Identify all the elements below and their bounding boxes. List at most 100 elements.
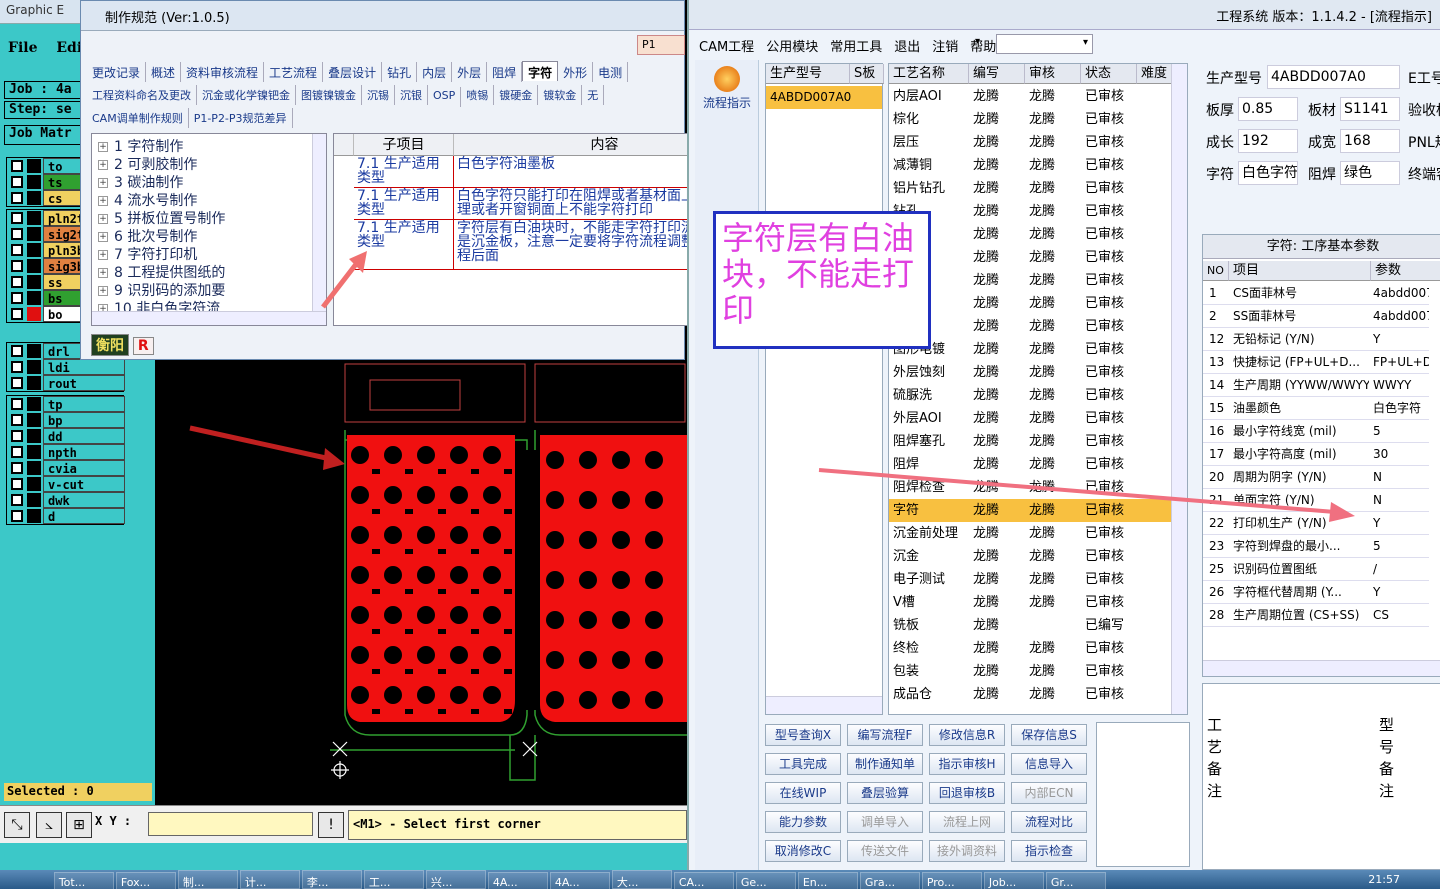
tree-item[interactable]: +9 识别码的添加要: [98, 280, 225, 299]
spec-tab[interactable]: 镀软金: [538, 85, 583, 105]
spec-tab[interactable]: 沉银: [395, 85, 428, 105]
process-row[interactable]: 阻焊塞孔 龙腾 龙腾 已审核: [889, 430, 1171, 453]
info-thick-value[interactable]: 0.85: [1238, 97, 1298, 121]
taskbar-item[interactable]: 计...: [239, 870, 300, 889]
menu-file[interactable]: File: [8, 40, 37, 56]
layer-checkbox[interactable]: [11, 446, 23, 458]
cam-menu-item[interactable]: 注销: [932, 40, 958, 55]
layer-checkbox[interactable]: [11, 260, 23, 272]
process-row[interactable]: 钻孔龙腾龙腾已审核: [889, 200, 1171, 223]
taskbar-item[interactable]: Fox...: [115, 872, 176, 889]
expand-plus-icon[interactable]: +: [98, 160, 108, 170]
cam-action-button[interactable]: 能力参数: [765, 811, 841, 833]
spec-tab[interactable]: 工程资料命名及更改: [87, 85, 197, 105]
layer-checkbox[interactable]: [11, 430, 23, 442]
spec-tab[interactable]: 阻焊: [487, 62, 523, 82]
cam-action-button[interactable]: 传送文件: [847, 840, 923, 862]
process-row[interactable]: 龙腾 龙腾 已审核: [889, 223, 1171, 246]
taskbar-item[interactable]: 大...: [611, 870, 672, 889]
process-row[interactable]: 层压 龙腾 龙腾 已审核: [889, 131, 1171, 154]
cam-menu-item[interactable]: 退出: [894, 40, 920, 55]
spec-tab[interactable]: 图镀镍镀金: [296, 85, 362, 105]
tree-item[interactable]: +4 流水号制作: [98, 190, 197, 209]
process-row[interactable]: 查龙腾龙腾已审核: [889, 315, 1171, 338]
taskbar-item[interactable]: 李...: [301, 870, 362, 889]
info-len-value[interactable]: 192: [1238, 129, 1298, 153]
layer-row[interactable]: cvia: [7, 460, 125, 476]
xy-input[interactable]: [148, 812, 313, 836]
spec-tab[interactable]: 沉金或化学镍钯金: [197, 85, 296, 105]
process-row[interactable]: 内层AOI 龙腾 龙腾 已审核: [889, 85, 1171, 108]
remark-process-input[interactable]: [1233, 688, 1373, 838]
spec-tab[interactable]: 钻孔: [382, 62, 418, 82]
expand-plus-icon[interactable]: +: [98, 232, 108, 242]
cam-action-button[interactable]: 调单导入: [847, 811, 923, 833]
layer-row[interactable]: dd: [7, 428, 125, 444]
process-row[interactable]: 铝片钻孔 龙腾 龙腾 已审核: [889, 177, 1171, 200]
expand-plus-icon[interactable]: +: [98, 286, 108, 296]
spec-tab[interactable]: 工艺流程: [264, 62, 324, 82]
layer-checkbox[interactable]: [11, 361, 23, 373]
tree-item[interactable]: +2 可剥胶制作: [98, 154, 197, 173]
cam-menu-item[interactable]: CAM工程: [699, 40, 754, 55]
taskbar-item[interactable]: 4A...: [487, 872, 548, 889]
param-row[interactable]: 1 CS面菲林号 4abdd007a0: [1203, 282, 1429, 305]
process-vscroll[interactable]: [1171, 64, 1187, 714]
layer-row[interactable]: rout: [7, 375, 125, 391]
footer-r[interactable]: R: [132, 337, 154, 355]
cam-action-button[interactable]: 修改信息R: [929, 724, 1005, 746]
layer-checkbox[interactable]: [11, 345, 23, 357]
snap-grid-icon[interactable]: ⊞: [66, 812, 92, 838]
tree-item[interactable]: +5 拼板位置号制作: [98, 208, 225, 227]
spec-tab[interactable]: P1-P2-P3规范差异: [189, 108, 293, 128]
process-row[interactable]: 外层蚀刻 龙腾 龙腾 已审核: [889, 361, 1171, 384]
spec-tab[interactable]: CAM调单制作规则: [87, 108, 189, 128]
flow-indicator-button[interactable]: 流程指示: [699, 64, 755, 112]
process-row[interactable]: 电子测试 龙腾 龙腾 已审核: [889, 568, 1171, 591]
measure-icon[interactable]: ⦣: [36, 812, 62, 838]
cam-combo[interactable]: ▾: [996, 34, 1093, 54]
param-row[interactable]: 14 生产周期 (YYWW/WWYY) WWYY: [1203, 374, 1429, 397]
spec-tab[interactable]: 叠层设计: [323, 62, 383, 82]
menu-edit[interactable]: Edi: [56, 40, 82, 56]
spec-tab[interactable]: 外层: [452, 62, 488, 82]
cam-action-button[interactable]: 指示审核H: [929, 753, 1005, 775]
taskbar-item[interactable]: Ge...: [735, 872, 796, 889]
process-row[interactable]: 图形电镀 龙腾 龙腾 已审核: [889, 338, 1171, 361]
params-hscroll[interactable]: [1203, 660, 1440, 676]
layer-checkbox[interactable]: [11, 377, 23, 389]
tree-hscroll[interactable]: [92, 311, 326, 325]
taskbar-item[interactable]: Gra...: [859, 872, 920, 889]
process-row[interactable]: 包装 龙腾 龙腾 已审核: [889, 660, 1171, 683]
layer-checkbox[interactable]: [11, 398, 23, 410]
model-row[interactable]: 4ABDD007A0: [766, 86, 882, 109]
param-row[interactable]: 2 SS面菲林号 4abdd007a0: [1203, 305, 1429, 328]
info-width-value[interactable]: 168: [1340, 129, 1400, 153]
taskbar-item[interactable]: 4A...: [549, 872, 610, 889]
cam-action-button[interactable]: 在线WIP: [765, 782, 841, 804]
help-dropdown-icon[interactable]: ▾: [975, 36, 980, 47]
expand-plus-icon[interactable]: +: [98, 178, 108, 188]
param-row[interactable]: 25 识别码位置图纸 /: [1203, 558, 1429, 581]
footer-hengyang[interactable]: 衡阳: [91, 334, 129, 356]
grid-cell-sub[interactable]: 7.1 生产适用类型: [354, 156, 454, 188]
process-row[interactable]: 减薄铜 龙腾 龙腾 已审核: [889, 154, 1171, 177]
taskbar-item[interactable]: Job...: [983, 872, 1044, 889]
cam-action-button[interactable]: 编写流程F: [847, 724, 923, 746]
param-row[interactable]: 13 快捷标记 (FP+UL+D... FP+UL+DATE: [1203, 351, 1429, 374]
spec-tab[interactable]: 喷锡: [461, 85, 495, 105]
taskbar-item[interactable]: CA...: [673, 872, 734, 889]
cam-action-button[interactable]: 保存信息S: [1011, 724, 1087, 746]
spec-tab[interactable]: 资料审核流程: [181, 62, 265, 82]
layer-row[interactable]: bp: [7, 412, 125, 428]
taskbar-item[interactable]: Gr...: [1045, 872, 1106, 889]
spec-tab[interactable]: 更改记录: [87, 62, 147, 82]
layer-row[interactable]: npth: [7, 444, 125, 460]
cam-menu-item[interactable]: 常用工具: [830, 40, 882, 55]
cam-action-button[interactable]: 流程上网: [929, 811, 1005, 833]
p1-tab[interactable]: P1: [637, 35, 685, 55]
cam-action-button[interactable]: 回退审核B: [929, 782, 1005, 804]
info-mat-value[interactable]: S1141: [1340, 97, 1400, 121]
process-row[interactable]: 硫脲洗 龙腾 龙腾 已审核: [889, 384, 1171, 407]
spec-tab[interactable]: OSP: [428, 87, 462, 107]
